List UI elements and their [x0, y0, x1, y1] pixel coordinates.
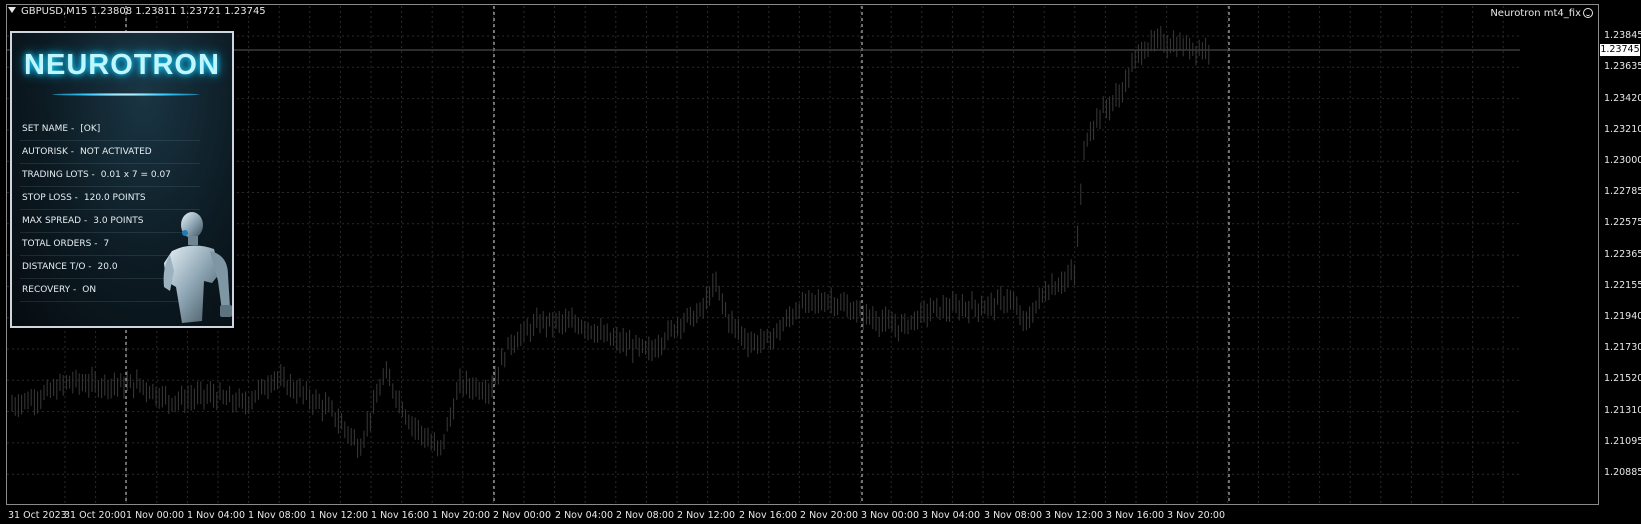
time-axis-label: 3 Nov 16:00: [1106, 510, 1165, 521]
time-axis-label: 3 Nov 00:00: [861, 510, 920, 521]
panel-row-label: RECOVERY -: [22, 285, 77, 295]
price-axis-label: 1.23845: [1604, 30, 1641, 41]
price-axis-label: 1.21520: [1604, 373, 1641, 384]
panel-row-value: 120.0 POINTS: [83, 193, 146, 203]
panel-row-label: TRADING LOTS -: [22, 170, 95, 180]
title-glow-divider: [52, 93, 200, 96]
time-axis-label: 2 Nov 12:00: [677, 510, 736, 521]
panel-row-value: [OK]: [80, 124, 101, 134]
panel-row-label: AUTORISK -: [22, 147, 74, 157]
symbol-info: GBPUSD,M15 1.23808 1.23811 1.23721 1.237…: [21, 6, 266, 17]
panel-row-value: ON: [82, 285, 97, 295]
price-axis-label: 1.23210: [1604, 124, 1641, 135]
time-axis-label: 1 Nov 20:00: [432, 510, 491, 521]
panel-row-label: DISTANCE T/O -: [22, 262, 92, 272]
time-axis-label: 3 Nov 08:00: [984, 510, 1043, 521]
robot-figure-icon: [163, 212, 232, 323]
panel-row-value: 0.01 x 7 = 0.07: [100, 170, 171, 180]
time-axis-label: 3 Nov 20:00: [1167, 510, 1226, 521]
panel-row-value: 3.0 POINTS: [93, 216, 144, 226]
price-axis-label: 1.23635: [1604, 61, 1641, 72]
panel-row: STOP LOSS - 120.0 POINTS: [20, 187, 200, 210]
price-chart[interactable]: [0, 0, 1641, 524]
symbol-header: GBPUSD,M15 1.23808 1.23811 1.23721 1.237…: [8, 6, 266, 18]
panel-row-value: 20.0: [97, 262, 118, 272]
panel-row-value: NOT ACTIVATED: [79, 147, 152, 157]
panel-row-label: SET NAME -: [22, 124, 75, 134]
panel-row: AUTORISK - NOT ACTIVATED: [20, 141, 200, 164]
price-axis-label: 1.21310: [1604, 405, 1641, 416]
price-axis-label: 1.21940: [1604, 311, 1641, 322]
time-axis-label: 2 Nov 16:00: [739, 510, 798, 521]
panel-title: NEUROTRON: [24, 49, 220, 81]
time-axis-label: 31 Oct 20:00: [64, 510, 126, 521]
time-axis-label: 3 Nov 12:00: [1045, 510, 1104, 521]
time-axis-label: 2 Nov 08:00: [616, 510, 675, 521]
neurotron-info-panel: NEUROTRON SET NAME - [OK] AUTORISK - NOT AC…: [10, 31, 234, 328]
time-axis-label: 31 Oct 2023: [8, 510, 67, 521]
price-axis-label: 1.23000: [1604, 155, 1641, 166]
panel-row-label: MAX SPREAD -: [22, 216, 88, 226]
time-axis-label: 3 Nov 04:00: [922, 510, 981, 521]
price-axis-label: 1.22365: [1604, 249, 1641, 260]
expert-advisor-label[interactable]: Neurotron mt4_fix: [1490, 8, 1593, 20]
time-axis-label: 1 Nov 16:00: [371, 510, 430, 521]
chart-window[interactable]: GBPUSD,M15 1.23808 1.23811 1.23721 1.237…: [0, 0, 1641, 524]
triangle-down-icon[interactable]: [8, 7, 16, 13]
panel-row: SET NAME - [OK]: [20, 118, 200, 141]
price-axis-label: 1.23420: [1604, 93, 1641, 104]
price-axis-label: 1.22785: [1604, 186, 1641, 197]
time-axis-label: 2 Nov 04:00: [555, 510, 614, 521]
time-axis-label: 1 Nov 04:00: [187, 510, 246, 521]
price-axis-label: 1.22575: [1604, 217, 1641, 228]
time-axis-label: 2 Nov 20:00: [800, 510, 859, 521]
time-axis-label: 2 Nov 00:00: [493, 510, 552, 521]
price-axis-label: 1.22155: [1604, 280, 1641, 291]
ea-name: Neurotron mt4_fix: [1490, 8, 1581, 19]
panel-row-label: TOTAL ORDERS -: [22, 239, 98, 249]
price-axis-label: 1.21730: [1604, 342, 1641, 353]
price-axis-label: 1.21095: [1604, 436, 1641, 447]
price-axis-label: 1.20885: [1604, 467, 1641, 478]
time-axis-label: 1 Nov 00:00: [126, 510, 185, 521]
panel-row: TRADING LOTS - 0.01 x 7 = 0.07: [20, 164, 200, 187]
panel-row-label: STOP LOSS -: [22, 193, 78, 203]
current-price-tag: 1.23745: [1600, 44, 1640, 56]
smiley-icon[interactable]: [1583, 8, 1593, 18]
time-axis-label: 1 Nov 12:00: [310, 510, 369, 521]
time-axis-label: 1 Nov 08:00: [248, 510, 307, 521]
panel-row-value: 7: [103, 239, 110, 249]
